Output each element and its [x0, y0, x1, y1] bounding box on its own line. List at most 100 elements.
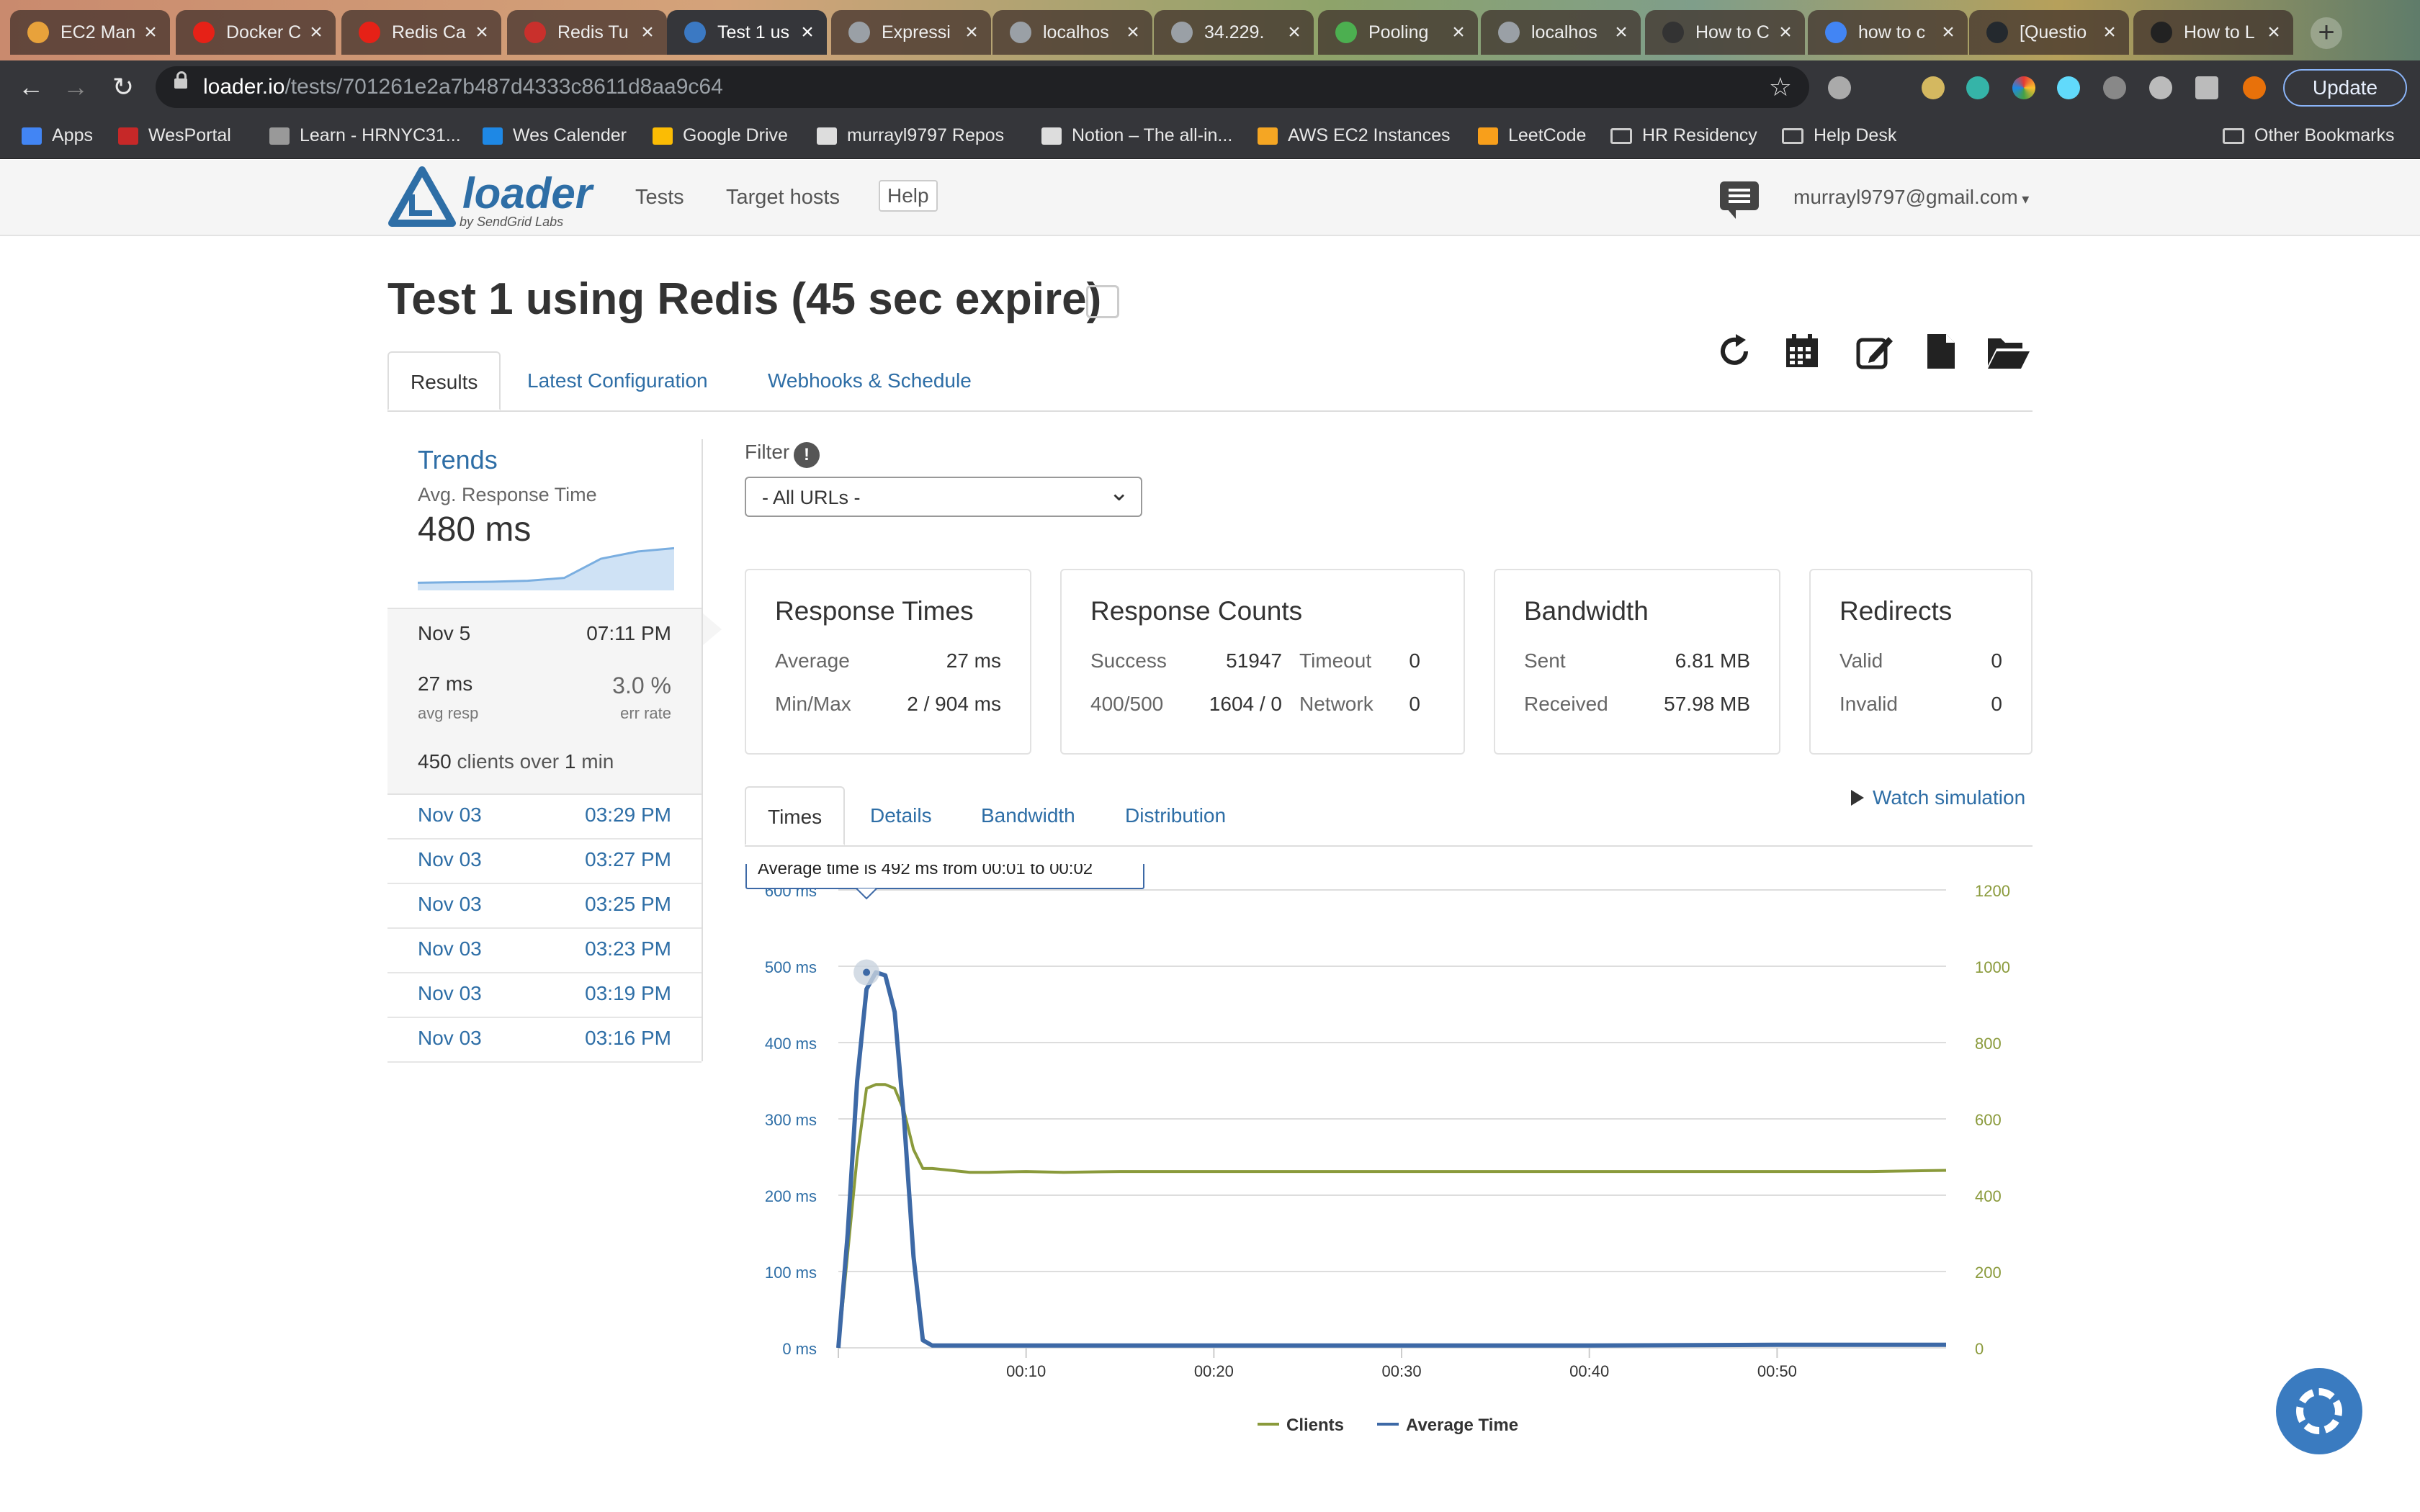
browser-tab[interactable]: Redis Tu ×: [507, 10, 667, 55]
test-run-item[interactable]: Nov 03 03:19 PM: [387, 972, 702, 1018]
test-run-item[interactable]: Nov 03 03:23 PM: [387, 927, 702, 973]
puzzle-icon[interactable]: [2149, 76, 2172, 99]
bookmark-item[interactable]: Learn - HRNYC31...: [269, 125, 461, 146]
edit-title-icon[interactable]: [1086, 285, 1119, 318]
browser-tab[interactable]: localhos ×: [1481, 10, 1641, 55]
results-tabs: Results Latest Configuration Webhooks & …: [387, 351, 2033, 412]
profile-avatar[interactable]: [2243, 76, 2266, 99]
tab-latest-configuration[interactable]: Latest Configuration: [506, 351, 730, 410]
bookmark-item[interactable]: Wes Calender: [483, 125, 627, 146]
browser-tab[interactable]: Expressi ×: [831, 10, 991, 55]
close-tab-icon[interactable]: ×: [637, 20, 658, 45]
legend-clients-label: Clients: [1286, 1416, 1344, 1435]
lock-icon: [174, 71, 187, 89]
info-icon[interactable]: !: [794, 442, 820, 468]
trends-title[interactable]: Trends: [418, 445, 498, 475]
y-left-tick-label: 300 ms: [765, 1111, 817, 1129]
close-tab-icon[interactable]: ×: [2099, 20, 2120, 45]
url-filter-select[interactable]: - All URLs -: [745, 477, 1142, 517]
reading-list-icon[interactable]: [2195, 76, 2218, 99]
folder-icon: [2223, 127, 2244, 144]
reload-button[interactable]: ↻: [107, 71, 140, 104]
bookmark-icon: [483, 127, 503, 145]
y-right-tick-label: 0: [1975, 1340, 1984, 1358]
test-run-item[interactable]: Nov 03 03:16 PM: [387, 1017, 702, 1063]
browser-tab[interactable]: localhos ×: [992, 10, 1152, 55]
chat-icon[interactable]: [1720, 181, 1759, 219]
close-tab-icon[interactable]: ×: [305, 20, 327, 45]
current-avg-resp: 27 ms: [418, 672, 473, 695]
tab-webhooks-schedule[interactable]: Webhooks & Schedule: [746, 351, 993, 410]
watch-simulation-link[interactable]: Watch simulation: [1851, 786, 2025, 809]
user-menu[interactable]: murrayl9797@gmail.com ▾: [1793, 186, 2029, 209]
close-tab-icon[interactable]: ×: [797, 20, 818, 45]
close-tab-icon[interactable]: ×: [1448, 20, 1469, 45]
react-devtools-icon[interactable]: [2057, 76, 2080, 99]
help-lifebuoy-icon[interactable]: [2276, 1368, 2362, 1454]
bookmark-item[interactable]: Notion – The all-in...: [1041, 125, 1232, 146]
y-left-tick-label: 400 ms: [765, 1035, 817, 1053]
tab-bandwidth[interactable]: Bandwidth: [959, 786, 1097, 845]
close-tab-icon[interactable]: ×: [140, 20, 161, 45]
bookmark-item[interactable]: Help Desk: [1782, 125, 1896, 146]
extension-icon[interactable]: [2012, 76, 2035, 99]
nav-help[interactable]: Help: [879, 180, 938, 212]
site-header: loader by SendGrid Labs Tests Target hos…: [0, 160, 2420, 236]
browser-tab[interactable]: Docker C ×: [176, 10, 336, 55]
browser-tab[interactable]: Pooling ×: [1318, 10, 1478, 55]
test-run-item[interactable]: Nov 03 03:29 PM: [387, 793, 702, 840]
back-button[interactable]: ←: [14, 71, 48, 104]
bookmark-item[interactable]: Google Drive: [653, 125, 788, 146]
close-tab-icon[interactable]: ×: [471, 20, 493, 45]
close-tab-icon[interactable]: ×: [1937, 20, 1959, 45]
extension-icon[interactable]: [1922, 76, 1945, 99]
browser-tab[interactable]: EC2 Man ×: [10, 10, 170, 55]
bookmark-item[interactable]: HR Residency: [1610, 125, 1757, 146]
loader-logo[interactable]: loader by SendGrid Labs: [387, 166, 592, 234]
tab-times[interactable]: Times: [745, 786, 846, 845]
x-tick-label: 00:30: [1382, 1362, 1422, 1380]
browser-tab[interactable]: how to c ×: [1808, 10, 1968, 55]
address-bar[interactable]: loader.io/tests/701261e2a7b487d4333c8611…: [156, 66, 1809, 108]
bookmark-item[interactable]: AWS EC2 Instances: [1258, 125, 1451, 146]
close-tab-icon[interactable]: ×: [1610, 20, 1632, 45]
browser-tab[interactable]: Redis Ca ×: [341, 10, 501, 55]
close-tab-icon[interactable]: ×: [1122, 20, 1144, 45]
close-tab-icon[interactable]: ×: [1283, 20, 1305, 45]
update-button[interactable]: Update: [2283, 69, 2407, 107]
nav-tests[interactable]: Tests: [635, 186, 684, 210]
browser-tab[interactable]: How to L ×: [2133, 10, 2293, 55]
tab-results[interactable]: Results: [387, 351, 501, 410]
tab-distribution[interactable]: Distribution: [1103, 786, 1247, 845]
extension-icon[interactable]: [1828, 76, 1851, 99]
browser-tab[interactable]: [Questio ×: [1969, 10, 2129, 55]
favicon-icon: [193, 22, 215, 43]
tab-details[interactable]: Details: [848, 786, 954, 845]
test-run-item[interactable]: Nov 03 03:25 PM: [387, 883, 702, 929]
browser-tab[interactable]: Test 1 us ×: [667, 10, 827, 55]
favicon-icon: [359, 22, 380, 43]
forward-button[interactable]: →: [59, 71, 92, 104]
bookmark-item[interactable]: WesPortal: [118, 125, 231, 146]
y-left-tick-label: 200 ms: [765, 1187, 817, 1205]
other-bookmarks[interactable]: Other Bookmarks: [2223, 125, 2395, 146]
current-run[interactable]: Nov 5 07:11 PM 27 ms avg resp 3.0 % err …: [387, 608, 722, 795]
response-counts-card: Response Counts Success 51947 Timeout 0 …: [1060, 569, 1465, 755]
browser-tab[interactable]: How to C ×: [1645, 10, 1805, 55]
bookmark-icon: [118, 127, 138, 145]
bookmark-item[interactable]: Apps: [22, 125, 93, 146]
close-tab-icon[interactable]: ×: [961, 20, 982, 45]
close-tab-icon[interactable]: ×: [2263, 20, 2285, 45]
nav-target-hosts[interactable]: Target hosts: [726, 186, 840, 210]
new-tab-button[interactable]: +: [2311, 17, 2342, 49]
y-right-tick-label: 800: [1975, 1035, 2002, 1053]
bookmark-item[interactable]: LeetCode: [1478, 125, 1586, 146]
browser-tab[interactable]: 34.229. ×: [1154, 10, 1314, 55]
extension-icon[interactable]: [2103, 76, 2126, 99]
favicon-icon: [1010, 22, 1031, 43]
extension-icon[interactable]: [1966, 76, 1989, 99]
bookmark-star-icon[interactable]: ☆: [1769, 72, 1792, 102]
bookmark-item[interactable]: murrayl9797 Repos: [817, 125, 1004, 146]
close-tab-icon[interactable]: ×: [1775, 20, 1796, 45]
test-run-item[interactable]: Nov 03 03:27 PM: [387, 838, 702, 884]
